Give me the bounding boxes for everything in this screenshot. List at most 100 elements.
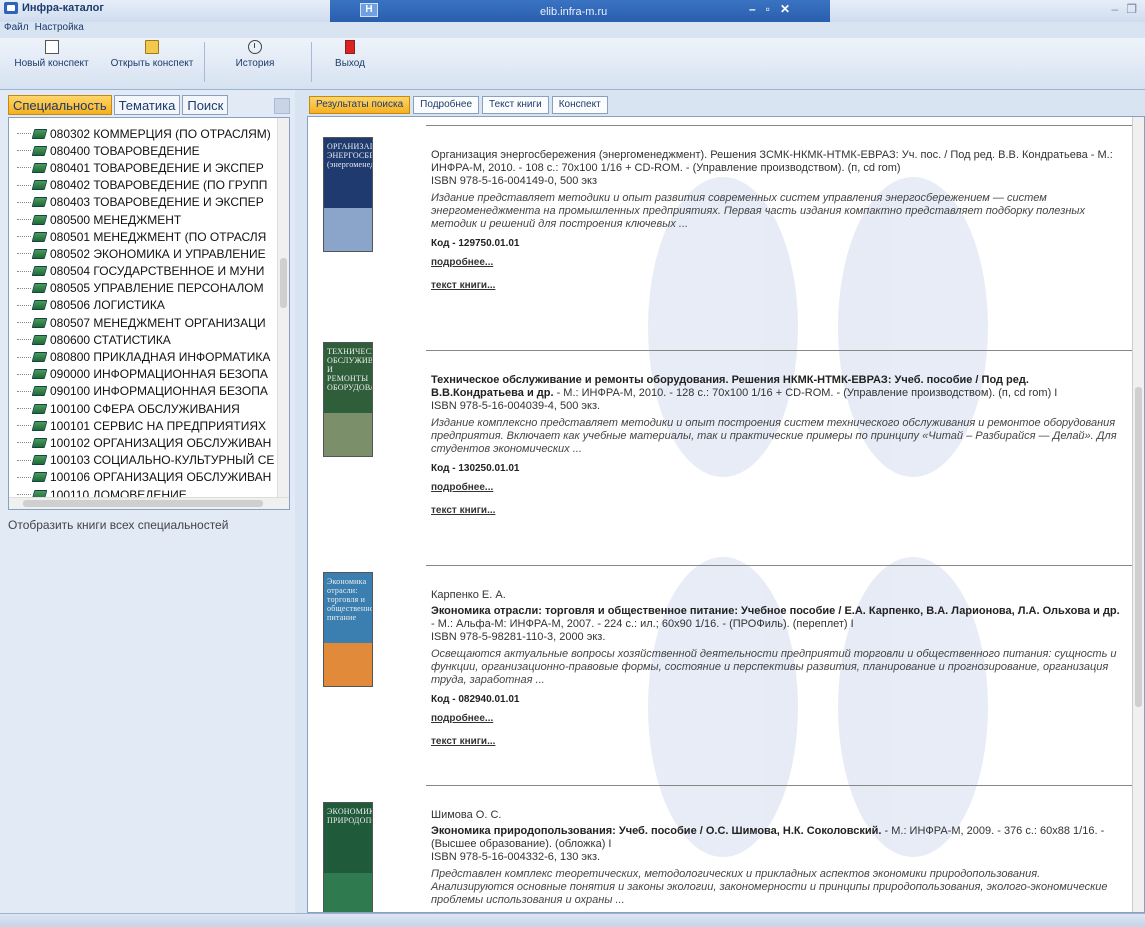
tree-connector xyxy=(17,408,31,410)
result-title[interactable]: Организация энергосбережения (энергомене… xyxy=(431,149,1088,161)
book-icon xyxy=(31,386,48,397)
book-cover-title: ОРГАНИЗАЦИЯ ЭНЕРГОСБЕРЕЖЕНИЯ (энергомене… xyxy=(327,142,372,169)
tree-connector xyxy=(17,322,31,324)
tree-item[interactable]: 080403 ТОВАРОВЕДЕНИЕ И ЭКСПЕР xyxy=(9,194,279,211)
book-text-link[interactable]: текст книги... xyxy=(431,504,1121,517)
book-cover[interactable]: ЭКОНОМИКА ПРИРОДОПОЛЬЗОВАНИЯ xyxy=(323,802,373,912)
result-divider xyxy=(426,350,1138,351)
result-annotation: Издание комплексно представляет методики… xyxy=(431,417,1117,455)
tab-notes[interactable]: Конспект xyxy=(551,96,608,114)
tab-book-text[interactable]: Текст книги xyxy=(482,96,549,114)
tree-item-label: 080401 ТОВАРОВЕДЕНИЕ И ЭКСПЕР xyxy=(50,160,264,175)
tab-search[interactable]: Поиск xyxy=(182,95,229,115)
tree-scroll-thumb[interactable] xyxy=(280,258,287,308)
book-cover[interactable]: Экономика отрасли: торговля и общественн… xyxy=(323,572,373,687)
tab-details[interactable]: Подробнее xyxy=(413,96,480,114)
exit-button[interactable]: Выход xyxy=(330,40,370,84)
tree-item[interactable]: 100101 СЕРВИС НА ПРЕДПРИЯТИЯХ xyxy=(9,417,279,434)
browser-minimize-icon[interactable]: – xyxy=(749,2,756,16)
tree-item[interactable]: 080504 ГОСУДАРСТВЕННОЕ И МУНИ xyxy=(9,263,279,280)
result-title[interactable]: Экономика отрасли: торговля и общественн… xyxy=(431,605,1120,617)
panel-pin-button[interactable] xyxy=(274,98,290,114)
tree-item[interactable]: 080505 УПРАВЛЕНИЕ ПЕРСОНАЛОМ xyxy=(9,280,279,297)
book-icon xyxy=(31,180,48,191)
tree-item[interactable]: 080600 СТАТИСТИКА xyxy=(9,331,279,348)
tab-specialty[interactable]: Специальность xyxy=(8,95,112,115)
tree-item-label: 080600 СТАТИСТИКА xyxy=(50,332,171,347)
tree-connector xyxy=(17,390,31,392)
tree-item[interactable]: 080402 ТОВАРОВЕДЕНИЕ (ПО ГРУПП xyxy=(9,177,279,194)
open-note-button[interactable]: Открыть конспект xyxy=(102,40,202,84)
tree-item-label: 080800 ПРИКЛАДНАЯ ИНФОРМАТИКА xyxy=(50,350,271,365)
tree-item[interactable]: 090100 ИНФОРМАЦИОННАЯ БЕЗОПА xyxy=(9,383,279,400)
result-entry: Техническое обслуживание и ремонты обору… xyxy=(431,374,1121,517)
tree-item[interactable]: 100103 СОЦИАЛЬНО-КУЛЬТУРНЫЙ СЕ xyxy=(9,452,279,469)
tree-item[interactable]: 080506 ЛОГИСТИКА xyxy=(9,297,279,314)
results-vertical-scrollbar[interactable] xyxy=(1132,117,1144,912)
book-cover[interactable]: ОРГАНИЗАЦИЯ ЭНЕРГОСБЕРЕЖЕНИЯ (энергомене… xyxy=(323,137,373,252)
result-title[interactable]: Экономика природопользования: Учеб. посо… xyxy=(431,825,881,837)
browser-maximize-icon[interactable]: ▫ xyxy=(766,2,770,16)
book-icon xyxy=(31,300,48,311)
tree-connector xyxy=(17,287,31,289)
tree-item[interactable]: 080501 МЕНЕДЖМЕНТ (ПО ОТРАСЛЯ xyxy=(9,228,279,245)
tree-item[interactable]: 100100 СФЕРА ОБСЛУЖИВАНИЯ xyxy=(9,400,279,417)
minimize-icon[interactable]: – xyxy=(1112,2,1119,16)
book-cover-title: ТЕХНИЧЕСКОЕ ОБСЛУЖИВАНИЕ И РЕМОНТЫ ОБОРУ… xyxy=(327,347,373,392)
more-link[interactable]: подробнее... xyxy=(431,481,1121,494)
tab-search-results[interactable]: Результаты поиска xyxy=(309,96,411,114)
tree-vertical-scrollbar[interactable] xyxy=(277,118,289,498)
browser-close-icon[interactable]: ✕ xyxy=(780,2,790,16)
history-button[interactable]: История xyxy=(225,40,285,84)
app-title: Инфра-каталог xyxy=(4,2,104,14)
new-note-button[interactable]: Новый конспект xyxy=(4,40,99,84)
toolbar-separator xyxy=(204,42,205,82)
tree-connector xyxy=(17,219,31,221)
tree-connector xyxy=(17,133,31,135)
book-text-link[interactable]: текст книги... xyxy=(431,735,1121,748)
results-scroll-thumb[interactable] xyxy=(1135,387,1142,707)
tree-item[interactable]: 080500 МЕНЕДЖМЕНТ xyxy=(9,211,279,228)
book-icon xyxy=(31,369,48,380)
menu-settings[interactable]: Настройка xyxy=(35,22,84,38)
result-bibliography: Экономика природопользования: Учеб. посо… xyxy=(431,825,1121,851)
tree-item-label: 080500 МЕНЕДЖМЕНТ xyxy=(50,212,182,227)
tree-horizontal-scrollbar[interactable] xyxy=(9,497,289,509)
more-link[interactable]: подробнее... xyxy=(431,712,1121,725)
tree-item[interactable]: 100106 ОРГАНИЗАЦИЯ ОБСЛУЖИВАН xyxy=(9,469,279,486)
tree-item[interactable]: 080800 ПРИКЛАДНАЯ ИНФОРМАТИКА xyxy=(9,348,279,365)
tree-item-label: 080506 ЛОГИСТИКА xyxy=(50,298,165,313)
tree-hscroll-thumb[interactable] xyxy=(23,500,263,507)
menu-file[interactable]: Файл xyxy=(4,22,29,38)
tree-item[interactable]: 090000 ИНФОРМАЦИОННАЯ БЕЗОПА xyxy=(9,366,279,383)
open-folder-icon xyxy=(145,40,159,54)
status-bar xyxy=(0,913,1145,927)
tree-item-label: 100101 СЕРВИС НА ПРЕДПРИЯТИЯХ xyxy=(50,418,266,433)
tree-item[interactable]: 080302 КОММЕРЦИЯ (ПО ОТРАСЛЯМ) xyxy=(9,125,279,142)
result-annotation: Издание представляет методики и опыт раз… xyxy=(431,192,1086,230)
tree-item[interactable]: 100102 ОРГАНИЗАЦИЯ ОБСЛУЖИВАН xyxy=(9,434,279,451)
result-bibliography: Экономика отрасли: торговля и общественн… xyxy=(431,605,1121,631)
book-icon xyxy=(31,334,48,345)
exit-label: Выход xyxy=(335,58,365,69)
book-icon xyxy=(31,283,48,294)
window-controls: – ❐ xyxy=(1112,2,1137,16)
tab-topic[interactable]: Тематика xyxy=(113,95,181,115)
result-details: - М.: ИНФРА-М, 2010. - 128 с.: 70x100 1/… xyxy=(553,387,1058,399)
book-icon xyxy=(31,128,48,139)
tree-item[interactable]: 080502 ЭКОНОМИКА И УПРАВЛЕНИЕ xyxy=(9,245,279,262)
book-cover[interactable]: ТЕХНИЧЕСКОЕ ОБСЛУЖИВАНИЕ И РЕМОНТЫ ОБОРУ… xyxy=(323,342,373,457)
tree-item[interactable]: 080401 ТОВАРОВЕДЕНИЕ И ЭКСПЕР xyxy=(9,159,279,176)
book-cover-title: Экономика отрасли: торговля и общественн… xyxy=(327,577,373,622)
specialty-tree: 080302 КОММЕРЦИЯ (ПО ОТРАСЛЯМ) 080400 ТОВ… xyxy=(8,117,290,510)
restore-icon[interactable]: ❐ xyxy=(1126,2,1137,16)
more-link[interactable]: подробнее... xyxy=(431,256,1121,269)
tree-item[interactable]: 080507 МЕНЕДЖМЕНТ ОРГАНИЗАЦИ xyxy=(9,314,279,331)
tree-connector xyxy=(17,304,31,306)
tree-item[interactable]: 080400 ТОВАРОВЕДЕНИЕ xyxy=(9,142,279,159)
tree-connector xyxy=(17,236,31,238)
h-icon[interactable]: H xyxy=(360,3,378,17)
show-all-books-link[interactable]: Отобразить книги всех специальностей xyxy=(8,518,228,532)
book-text-link[interactable]: текст книги... xyxy=(431,279,1121,292)
book-cover-title: ЭКОНОМИКА ПРИРОДОПОЛЬЗОВАНИЯ xyxy=(327,807,373,825)
